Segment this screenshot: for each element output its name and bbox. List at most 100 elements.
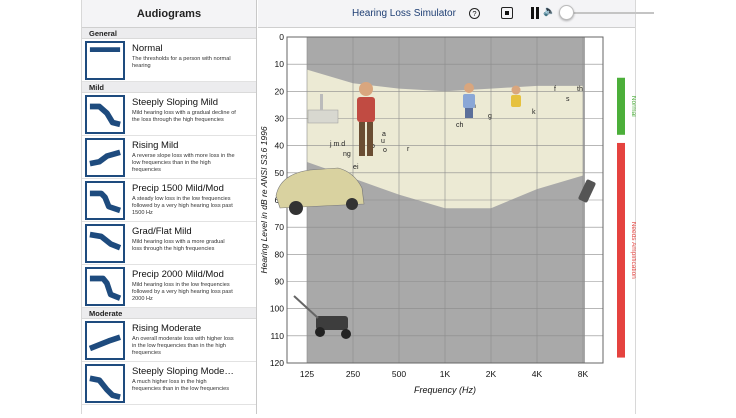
audiogram-description: A much higher loss in the high frequenci… <box>132 379 230 392</box>
speech-sound-label: k <box>532 109 536 116</box>
child-icon-legs <box>465 108 473 118</box>
x-tick-label: 125 <box>300 369 314 379</box>
speech-sound-label: g <box>488 113 492 120</box>
audiogram-title: Steeply Sloping Mode… <box>132 366 234 377</box>
y-tick-label: 110 <box>270 331 284 341</box>
faucet-icon <box>307 109 339 124</box>
speech-sound-label: ch <box>456 122 464 129</box>
lawnmower-icon-wheel <box>315 327 325 337</box>
child-icon-body <box>463 94 475 108</box>
man-icon-body <box>357 97 375 122</box>
volume-knob[interactable] <box>558 5 574 20</box>
audiogram-thumbnail-icon <box>85 41 125 80</box>
y-tick-label: 90 <box>275 277 285 287</box>
audiogram-title: Precip 1500 Mild/Mod <box>132 183 224 194</box>
faucet-icon-stem <box>320 94 323 110</box>
app-title: Hearing Loss Simulator <box>352 8 456 19</box>
stop-button[interactable] <box>501 7 513 19</box>
audiogram-thumbnail-icon <box>85 267 125 306</box>
speech-sound-label: f <box>554 86 556 93</box>
audiogram-item[interactable]: Precip 1500 Mild/Mod A steady low loss i… <box>82 179 256 222</box>
speech-sound-label: o <box>383 147 387 154</box>
child-icon-head <box>464 83 474 93</box>
x-tick-label: 250 <box>346 369 360 379</box>
x-tick-label: 500 <box>392 369 406 379</box>
car-icon-wheel2 <box>346 198 358 210</box>
normal-range-bar <box>617 77 625 135</box>
man-icon-leg2 <box>367 122 373 156</box>
audiogram-title: Precip 2000 Mild/Mod <box>132 269 224 280</box>
audiograms-sidebar: Audiograms General Normal The thresholds… <box>82 0 257 414</box>
audiogram-svg: 01020304050607080901001101201252505001K2… <box>259 32 637 395</box>
audiogram-description: An overall moderate loss with higher los… <box>132 336 234 356</box>
x-tick-label: 8K <box>578 369 589 379</box>
needs-amplification-label: Needs Amplification <box>630 222 636 279</box>
car-icon-wheel <box>289 201 303 215</box>
y-tick-label: 80 <box>275 249 285 259</box>
needs-amplification-bar <box>617 142 625 358</box>
app-window: Audiograms General Normal The thresholds… <box>81 0 654 414</box>
help-button[interactable]: ? <box>469 8 480 19</box>
audiogram-item[interactable]: Rising Mild A reverse slope loss with mo… <box>82 136 256 179</box>
audiogram-title: Grad/Flat Mild <box>132 226 192 237</box>
speaker-icon: 🔈 <box>543 6 556 17</box>
y-tick-label: 30 <box>275 114 285 124</box>
audiogram-description: A steady low loss in the low frequencies… <box>132 196 233 216</box>
y-tick-label: 70 <box>275 222 285 232</box>
speech-sound-label: th <box>577 86 583 93</box>
audiogram-description: A reverse slope loss with more loss in t… <box>132 153 235 173</box>
y-tick-label: 50 <box>275 168 285 178</box>
volume-slider[interactable] <box>564 12 654 14</box>
speech-sound-label: s <box>566 96 570 103</box>
audiogram-thumbnail-icon <box>85 138 125 177</box>
pause-button[interactable] <box>531 7 540 19</box>
audiogram-item[interactable]: Rising Moderate An overall moderate loss… <box>82 319 256 362</box>
speech-sound-label: a <box>382 131 386 138</box>
audiogram-thumbnail-icon <box>85 224 125 263</box>
speech-sound-label: u <box>381 138 385 145</box>
toolbar: Hearing Loss Simulator ? 🔈 <box>258 0 654 28</box>
y-tick-label: 10 <box>275 59 285 69</box>
audiogram-chart: 01020304050607080901001101201252505001K2… <box>258 28 637 413</box>
audiogram-thumbnail-icon <box>85 321 125 360</box>
man-icon-head <box>359 82 373 96</box>
audiogram-thumbnail-icon <box>85 181 125 220</box>
audiogram-item[interactable]: Steeply Sloping Mild Mild hearing loss w… <box>82 93 256 136</box>
audiogram-title: Rising Moderate <box>132 323 202 334</box>
y-tick-label: 40 <box>275 141 285 151</box>
sidebar-title: Audiograms <box>82 0 256 28</box>
audiogram-description: The thresholds for a person with normal … <box>132 56 231 69</box>
y-tick-label: 100 <box>270 304 284 314</box>
audiogram-description: Mild hearing loss with a gradual decline… <box>132 110 236 123</box>
audiogram-title: Rising Mild <box>132 140 179 151</box>
audiogram-description: Mild hearing loss in the low frequencies… <box>132 282 233 302</box>
audiogram-thumbnail-icon <box>85 95 125 134</box>
speech-sound-label: ng <box>343 151 351 158</box>
audiogram-item[interactable]: Steeply Sloping Mode… A much higher loss… <box>82 362 256 405</box>
speech-sound-label: j m d <box>329 141 345 148</box>
audiogram-list: General Normal The thresholds for a pers… <box>82 28 256 405</box>
audiogram-title: Normal <box>132 43 163 54</box>
section-header: Moderate <box>82 308 256 319</box>
y-tick-label: 120 <box>270 358 284 368</box>
audiogram-title: Steeply Sloping Mild <box>132 97 219 108</box>
x-axis-label: Frequency (Hz) <box>414 385 476 395</box>
audiogram-description: Mild hearing loss with a more gradual lo… <box>132 239 225 252</box>
y-tick-label: 20 <box>275 86 285 96</box>
toddler-icon-body <box>511 95 521 107</box>
lawnmower-icon-wheel2 <box>341 329 351 339</box>
audiogram-thumbnail-icon <box>85 364 125 403</box>
audiogram-item[interactable]: Precip 2000 Mild/Mod Mild hearing loss i… <box>82 265 256 308</box>
section-header: Mild <box>82 82 256 93</box>
x-tick-label: 4K <box>532 369 543 379</box>
section-header: General <box>82 28 256 39</box>
audiogram-item[interactable]: Grad/Flat Mild Mild hearing loss with a … <box>82 222 256 265</box>
audiogram-item[interactable]: Normal The thresholds for a person with … <box>82 39 256 82</box>
man-icon-leg <box>359 122 365 156</box>
y-axis-label: Hearing Level in dB re ANSI S3.6 1996 <box>259 126 269 273</box>
x-tick-label: 2K <box>486 369 497 379</box>
y-tick-label: 0 <box>279 32 284 42</box>
speech-sound-label: e <box>353 164 357 171</box>
normal-range-label: Normal <box>630 96 636 118</box>
toddler-icon-head <box>511 85 521 95</box>
